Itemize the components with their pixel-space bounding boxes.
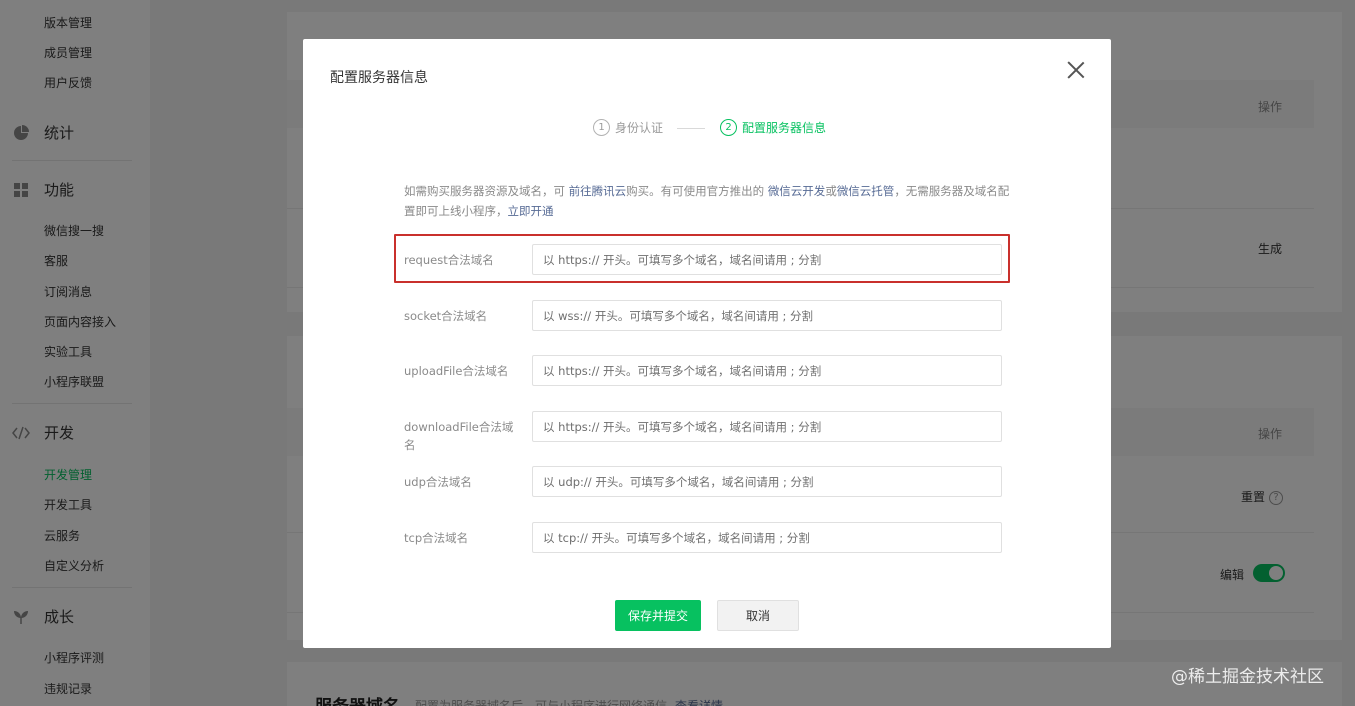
tcp-domain-row: tcp合法域名 [404, 522, 1004, 553]
activate-now-link[interactable]: 立即开通 [508, 204, 554, 218]
purchase-tip: 如需购买服务器资源及域名，可 前往腾讯云购买。有可使用官方推出的 微信云开发或微… [404, 181, 1010, 221]
socket-domain-row: socket合法域名 [404, 300, 1004, 331]
uploadfile-domain-label: uploadFile合法域名 [404, 364, 509, 378]
cancel-button[interactable]: 取消 [717, 600, 799, 631]
downloadfile-domain-input[interactable] [532, 411, 1002, 442]
save-submit-button[interactable]: 保存并提交 [615, 600, 701, 631]
step-number: 1 [593, 119, 610, 136]
udp-domain-row: udp合法域名 [404, 466, 1004, 497]
step-label: 身份认证 [615, 121, 664, 135]
udp-domain-input[interactable] [532, 466, 1002, 497]
request-domain-row: request合法域名 [404, 244, 1004, 275]
cloud-dev-link[interactable]: 微信云开发 [768, 184, 826, 198]
request-domain-label: request合法域名 [404, 253, 494, 267]
tcp-domain-label: tcp合法域名 [404, 531, 469, 545]
request-domain-input[interactable] [532, 244, 1002, 275]
downloadfile-domain-label: downloadFile合法域名 [404, 420, 514, 452]
uploadfile-domain-row: uploadFile合法域名 [404, 355, 1004, 386]
config-server-dialog: 配置服务器信息 1 身份认证 2 配置服务器信息 如需购买服务器资源及域名，可 … [303, 39, 1111, 648]
dialog-title: 配置服务器信息 [330, 70, 428, 86]
step-config-server: 2 配置服务器信息 [720, 119, 826, 136]
tcp-domain-input[interactable] [532, 522, 1002, 553]
downloadfile-domain-row: downloadFile合法域名 [404, 411, 1004, 452]
uploadfile-domain-input[interactable] [532, 355, 1002, 386]
close-icon[interactable] [1065, 59, 1087, 81]
socket-domain-input[interactable] [532, 300, 1002, 331]
step-connector [677, 128, 705, 129]
tip-text: 购买。有可使用官方推出的 [626, 184, 768, 198]
watermark: @稀土掘金技术社区 [1171, 667, 1324, 687]
tip-text: 如需购买服务器资源及域名，可 [404, 184, 569, 198]
tencent-cloud-link[interactable]: 前往腾讯云 [569, 184, 627, 198]
cloud-hosting-link[interactable]: 微信云托管 [837, 184, 895, 198]
step-identity: 1 身份认证 [593, 119, 663, 136]
udp-domain-label: udp合法域名 [404, 475, 472, 489]
tip-text: 或 [825, 184, 837, 198]
step-number: 2 [720, 119, 737, 136]
socket-domain-label: socket合法域名 [404, 309, 488, 323]
step-label: 配置服务器信息 [742, 121, 827, 135]
